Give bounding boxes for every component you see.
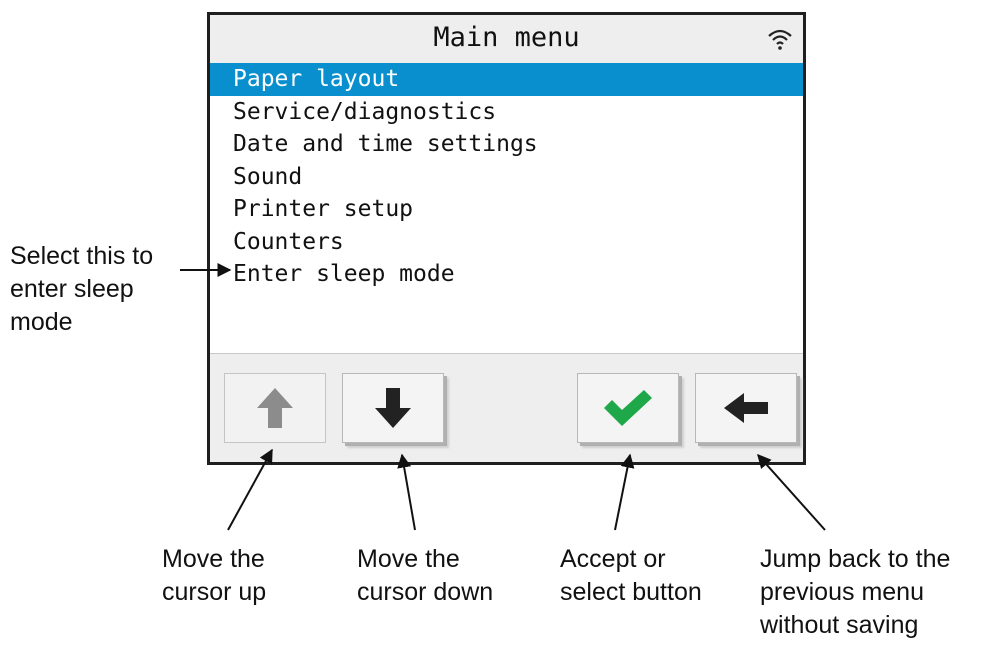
screen-title: Main menu	[433, 22, 580, 53]
arrow-back	[757, 453, 826, 531]
device-screen: Main menu Paper layout Service/diagnosti…	[207, 12, 806, 465]
menu-item-date-time-settings[interactable]: Date and time settings	[210, 128, 803, 161]
annotation-up: Move the cursor up	[162, 545, 267, 606]
annotation-accept: Accept or select button	[560, 545, 702, 606]
down-button[interactable]	[342, 373, 444, 443]
up-button[interactable]	[224, 373, 326, 443]
menu-item-sound[interactable]: Sound	[210, 161, 803, 194]
wifi-icon	[768, 29, 792, 50]
arrow-up-icon	[257, 388, 293, 428]
menu-item-printer-setup[interactable]: Printer setup	[210, 193, 803, 226]
accept-button[interactable]	[577, 373, 679, 443]
annotation-down: Move the cursor down	[357, 545, 494, 606]
arrow-left-icon	[724, 393, 768, 423]
menu-item-enter-sleep-mode[interactable]: Enter sleep mode	[210, 258, 803, 291]
checkmark-icon	[604, 390, 652, 426]
menu-item-service-diagnostics[interactable]: Service/diagnostics	[210, 96, 803, 129]
arrow-accept	[614, 453, 635, 531]
back-button[interactable]	[695, 373, 797, 443]
main-menu-list: Paper layout Service/diagnostics Date an…	[210, 63, 803, 291]
arrow-down-icon	[375, 388, 411, 428]
annotation-back: Jump back to the previous menu without s…	[760, 545, 951, 639]
title-bar: Main menu	[210, 15, 803, 65]
menu-item-paper-layout[interactable]: Paper layout	[210, 63, 803, 96]
arrow-down	[397, 453, 416, 531]
menu-item-counters[interactable]: Counters	[210, 226, 803, 259]
button-bar	[210, 353, 803, 462]
annotation-sleep: Select this to enter sleep mode	[10, 242, 154, 336]
